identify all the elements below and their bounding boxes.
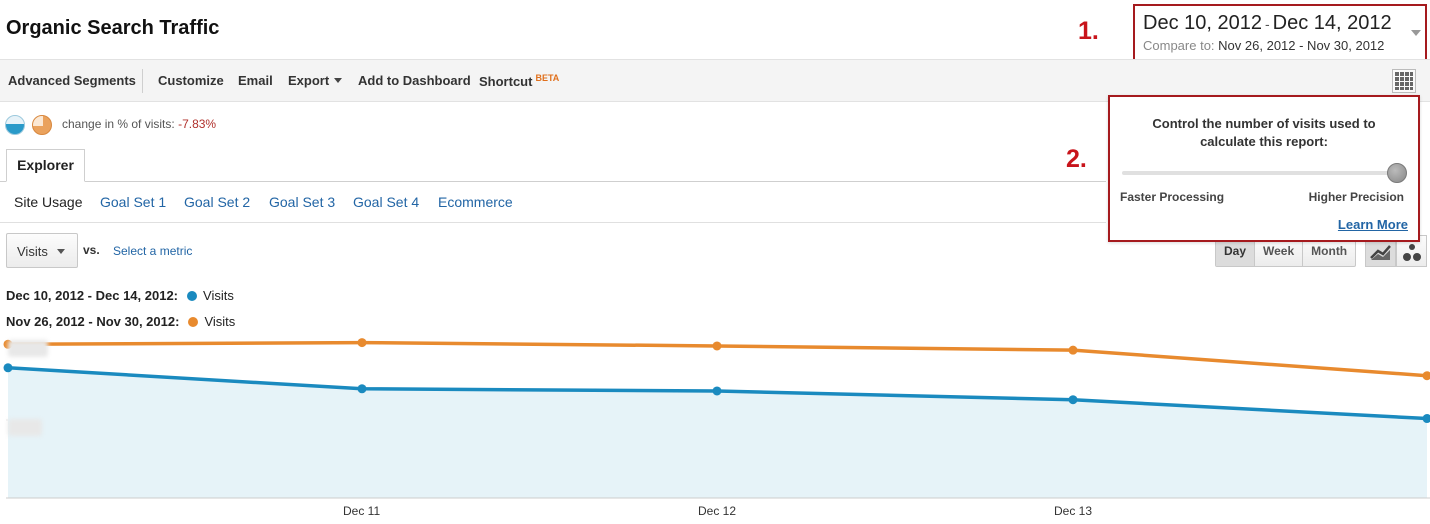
- annotation-2: 2.: [1066, 145, 1087, 173]
- legend-compare-metric: Visits: [204, 314, 236, 329]
- subtab-goal-set-4[interactable]: Goal Set 4: [353, 194, 419, 210]
- tab-divider: [0, 181, 1106, 182]
- legend-compare-range: Nov 26, 2012 - Nov 30, 2012:: [6, 314, 180, 329]
- email-button[interactable]: Email: [238, 73, 273, 88]
- compare-visits-point: [712, 341, 722, 351]
- popup-title-line-1: Control the number of visits used to: [1152, 116, 1376, 131]
- faster-processing-label: Faster Processing: [1120, 190, 1225, 204]
- sampling-grid-icon[interactable]: [1392, 69, 1416, 93]
- y-axis-label-obscured: [8, 419, 42, 436]
- primary-metric-label: Visits: [17, 244, 48, 259]
- x-tick-label: Dec 13: [1054, 504, 1093, 518]
- grid-icon: [1395, 72, 1413, 90]
- tab-explorer[interactable]: Explorer: [6, 149, 85, 182]
- subtab-ecommerce[interactable]: Ecommerce: [438, 194, 513, 210]
- secondary-metric-link[interactable]: Select a metric: [113, 244, 192, 258]
- change-value: -7.83%: [178, 117, 217, 131]
- subtab-goal-set-2[interactable]: Goal Set 2: [184, 194, 250, 210]
- vs-label: vs.: [83, 243, 100, 257]
- chevron-down-icon: [56, 249, 65, 254]
- annotation-1: 1.: [1078, 17, 1099, 45]
- subtab-divider: [0, 222, 1106, 223]
- compare-period-pie-icon: [32, 115, 52, 135]
- beta-badge: BETA: [535, 73, 560, 83]
- subtab-goal-set-1[interactable]: Goal Set 1: [100, 194, 166, 210]
- legend-current-dot: [187, 291, 198, 301]
- change-label: change in % of visits:: [62, 117, 175, 131]
- shortcut-label: Shortcut: [479, 74, 533, 89]
- primary-metric-select[interactable]: Visits: [6, 233, 78, 268]
- page-title: Organic Search Traffic: [6, 17, 220, 39]
- popup-title-line-2: calculate this report:: [1200, 134, 1328, 149]
- higher-precision-label: Higher Precision: [1308, 190, 1404, 204]
- popup-title: Control the number of visits used to cal…: [1110, 115, 1418, 151]
- customize-button[interactable]: Customize: [158, 73, 224, 88]
- shortcut-button[interactable]: Shortcut BETA: [479, 73, 559, 89]
- date-separator: -: [1264, 16, 1270, 32]
- visits-line-chart: [3, 330, 1430, 499]
- date-end: Dec 14, 2012: [1272, 12, 1392, 34]
- subtab-site-usage[interactable]: Site Usage: [14, 194, 82, 210]
- add-to-dashboard-button[interactable]: Add to Dashboard: [358, 73, 471, 88]
- date-range-main: Dec 10, 2012- Dec 14, 2012: [1143, 12, 1392, 35]
- precision-slider-handle[interactable]: [1387, 163, 1407, 183]
- compare-value: Nov 26, 2012 - Nov 30, 2012: [1218, 38, 1385, 53]
- toolbar-divider: [142, 69, 143, 93]
- x-tick-label: Dec 11: [343, 504, 381, 518]
- y-axis-label-obscured: [8, 340, 48, 357]
- date-start: Dec 10, 2012: [1143, 12, 1262, 34]
- legend-current: Dec 10, 2012 - Dec 14, 2012: Visits: [6, 288, 234, 303]
- compare-range: Compare to: Nov 26, 2012 - Nov 30, 2012: [1143, 38, 1384, 53]
- legend-compare-dot: [188, 317, 199, 327]
- current-visits-point: [357, 384, 367, 394]
- export-label: Export: [288, 73, 330, 88]
- chevron-down-icon: [334, 78, 343, 83]
- subtab-goal-set-3[interactable]: Goal Set 3: [269, 194, 335, 210]
- advanced-segments-button[interactable]: Advanced Segments: [8, 73, 136, 88]
- change-summary: change in % of visits: -7.83%: [62, 117, 216, 131]
- compare-label: Compare to:: [1143, 38, 1215, 53]
- legend-compare: Nov 26, 2012 - Nov 30, 2012: Visits: [6, 314, 235, 329]
- precision-slider-track[interactable]: [1122, 171, 1400, 175]
- sampling-control-popup: Control the number of visits used to cal…: [1108, 95, 1420, 242]
- export-button[interactable]: Export: [288, 73, 343, 88]
- current-period-pie-icon: [5, 115, 25, 135]
- current-visits-point: [3, 363, 13, 373]
- date-range-picker[interactable]: Dec 10, 2012- Dec 14, 2012 Compare to: No…: [1133, 4, 1427, 66]
- current-visits-point: [1068, 395, 1078, 405]
- chevron-down-icon[interactable]: [1411, 30, 1421, 36]
- legend-current-range: Dec 10, 2012 - Dec 14, 2012:: [6, 288, 179, 303]
- compare-visits-point: [357, 338, 367, 348]
- x-tick-label: Dec 12: [698, 504, 737, 518]
- compare-visits-point: [1068, 345, 1078, 355]
- learn-more-link[interactable]: Learn More: [1338, 217, 1408, 232]
- legend-current-metric: Visits: [203, 288, 234, 303]
- current-visits-point: [712, 386, 722, 396]
